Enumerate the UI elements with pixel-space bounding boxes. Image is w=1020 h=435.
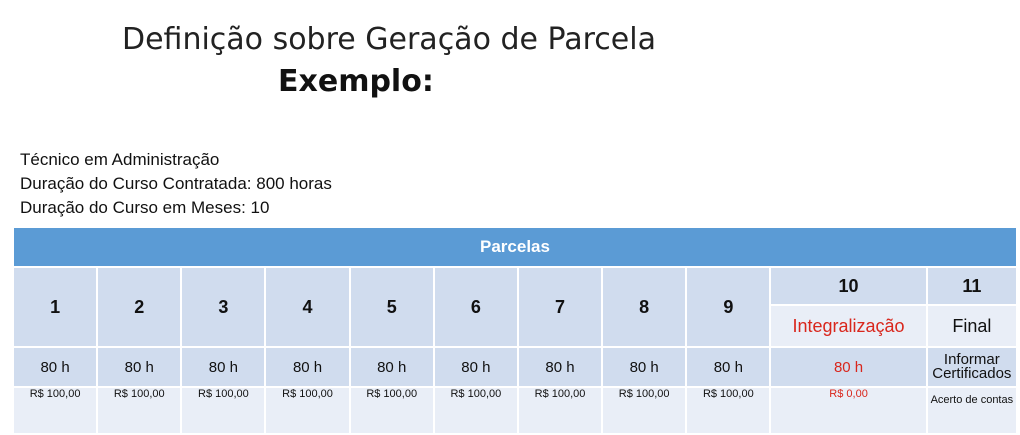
parcela-value: R$ 100,00 — [264, 386, 351, 435]
parcela-number: 4 — [264, 266, 351, 348]
parcela-value: R$ 100,00 — [601, 386, 688, 435]
parcela-value: R$ 100,00 — [432, 386, 519, 435]
parcela-number: 1 — [11, 266, 99, 348]
parcela-number: 11 — [925, 266, 1019, 306]
parcela-number: 8 — [601, 266, 688, 348]
parcela-number: 6 — [432, 266, 519, 348]
parcela-hours: 80 h — [601, 346, 688, 388]
parcela-value: R$ 100,00 — [348, 386, 435, 435]
parcela-hours: 80 h — [516, 346, 604, 388]
parcela-value: R$ 100,00 — [180, 386, 267, 435]
parcela-hours: 80 h — [769, 346, 928, 388]
parcela-value: R$ 100,00 — [11, 386, 99, 435]
parcela-number: 10 — [769, 266, 928, 306]
table-header: Parcelas — [12, 226, 1018, 268]
parcela-hours: 80 h — [685, 346, 772, 388]
parcela-hours: 80 h — [96, 346, 183, 388]
parcela-number: 5 — [348, 266, 435, 348]
course-info: Técnico em Administração Duração do Curs… — [20, 148, 332, 220]
slide-subtitle: Exemplo: — [278, 64, 434, 99]
parcela-label-integralizacao: Integralização — [769, 304, 928, 348]
parcela-value: R$ 0,00 — [769, 386, 928, 435]
parcela-value: R$ 100,00 — [96, 386, 183, 435]
parcela-hours: 80 h — [11, 346, 99, 388]
parcela-label-final: Final — [925, 304, 1019, 348]
parcela-number: 7 — [516, 266, 604, 348]
parcela-value: R$ 100,00 — [685, 386, 772, 435]
course-duration-hours: Duração do Curso Contratada: 800 horas — [20, 174, 332, 193]
parcela-hours-note: Informar Certificados — [925, 346, 1019, 388]
parcela-number: 2 — [96, 266, 183, 348]
parcela-value-note: Acerto de contas — [925, 386, 1019, 435]
parcela-number: 3 — [180, 266, 267, 348]
parcela-number: 9 — [685, 266, 772, 348]
slide-title: Definição sobre Geração de Parcela — [122, 22, 656, 57]
parcela-hours: 80 h — [264, 346, 351, 388]
parcela-hours: 80 h — [432, 346, 519, 388]
course-name: Técnico em Administração — [20, 150, 220, 169]
parcela-hours: 80 h — [180, 346, 267, 388]
parcelas-table: Parcelas 1 2 3 4 5 6 7 8 9 10 11 Integra… — [11, 226, 1019, 435]
parcela-hours: 80 h — [348, 346, 435, 388]
parcela-value: R$ 100,00 — [516, 386, 604, 435]
course-duration-months: Duração do Curso em Meses: 10 — [20, 198, 270, 217]
